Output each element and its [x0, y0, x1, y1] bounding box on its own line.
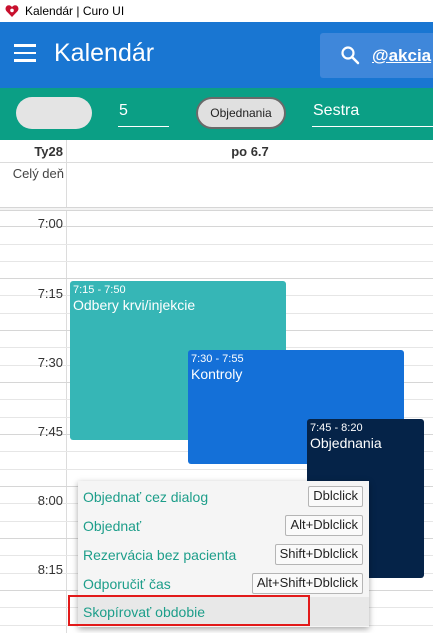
allday-label: Celý deň: [12, 166, 64, 181]
menu-item-label: Objednať cez dialog: [83, 488, 209, 505]
slot-line: [0, 261, 433, 262]
search-input[interactable]: @akcia: [372, 46, 431, 66]
window-titlebar: Kalendár | Curo UI: [0, 0, 433, 22]
page-title: Kalendár: [54, 39, 155, 67]
filter-chip-objednania[interactable]: Objednania: [196, 97, 286, 129]
menu-item-label: Objednať: [83, 517, 142, 534]
role-select[interactable]: Sestra: [312, 101, 433, 127]
calendar-header-row: Ty28 po 6.7: [0, 140, 433, 163]
filter-toggle[interactable]: [16, 97, 92, 129]
slot-line: [0, 244, 433, 245]
time-column-divider: [66, 140, 67, 633]
menu-item-label: Skopírovať obdobie: [83, 603, 206, 620]
time-label: 7:00: [37, 216, 63, 231]
time-label: 7:30: [37, 355, 63, 370]
time-label: 8:15: [37, 562, 63, 577]
app-header: Kalendár @akcia: [0, 22, 433, 88]
time-label: 8:00: [37, 493, 63, 508]
shortcut-badge: Alt+Dblclick: [285, 515, 363, 536]
allday-separator: [0, 207, 433, 211]
time-label: 7:15: [37, 286, 63, 301]
event-time: 7:45 - 8:20: [310, 422, 363, 434]
search-field[interactable]: @akcia: [320, 33, 433, 78]
shortcut-badge: Alt+Shift+Dblclick: [251, 573, 363, 594]
filter-bar: 5 Objednania Sestra: [0, 88, 433, 140]
event-title: Odbery krvi/injekcie: [73, 297, 196, 313]
menu-item-objednat[interactable]: Objednať Alt+Dblclick: [78, 511, 369, 540]
menu-item-label: Odporučiť čas: [83, 575, 171, 592]
shortcut-badge: Shift+Dblclick: [274, 544, 363, 565]
menu-item-label: Rezervácia bez pacienta: [83, 546, 237, 563]
menu-item-odporucit-cas[interactable]: Odporučiť čas Alt+Shift+Dblclick: [78, 569, 369, 598]
menu-item-rezervacia[interactable]: Rezervácia bez pacienta Shift+Dblclick: [78, 540, 369, 569]
day-header[interactable]: po 6.7: [67, 140, 433, 159]
context-menu: Objednať cez dialog Dblclick Objednať Al…: [78, 481, 369, 627]
menu-item-objednat-cez-dialog[interactable]: Objednať cez dialog Dblclick: [78, 482, 369, 511]
window-title: Kalendár | Curo UI: [25, 4, 125, 18]
count-field[interactable]: 5: [118, 101, 169, 127]
heart-logo-icon: [5, 5, 19, 17]
slot-line: [0, 278, 433, 279]
event-title: Objednania: [310, 435, 382, 451]
slot-line: [0, 226, 433, 227]
search-icon[interactable]: [340, 45, 360, 65]
time-label: 7:45: [37, 424, 63, 439]
shortcut-badge: Dblclick: [308, 486, 363, 507]
event-time: 7:15 - 7:50: [73, 284, 126, 296]
hamburger-menu-icon[interactable]: [14, 44, 36, 66]
week-number: Ty28: [34, 144, 63, 159]
event-title: Kontroly: [191, 366, 243, 382]
event-time: 7:30 - 7:55: [191, 353, 244, 365]
menu-item-skopirovat-obdobie[interactable]: Skopírovať obdobie: [78, 597, 369, 626]
